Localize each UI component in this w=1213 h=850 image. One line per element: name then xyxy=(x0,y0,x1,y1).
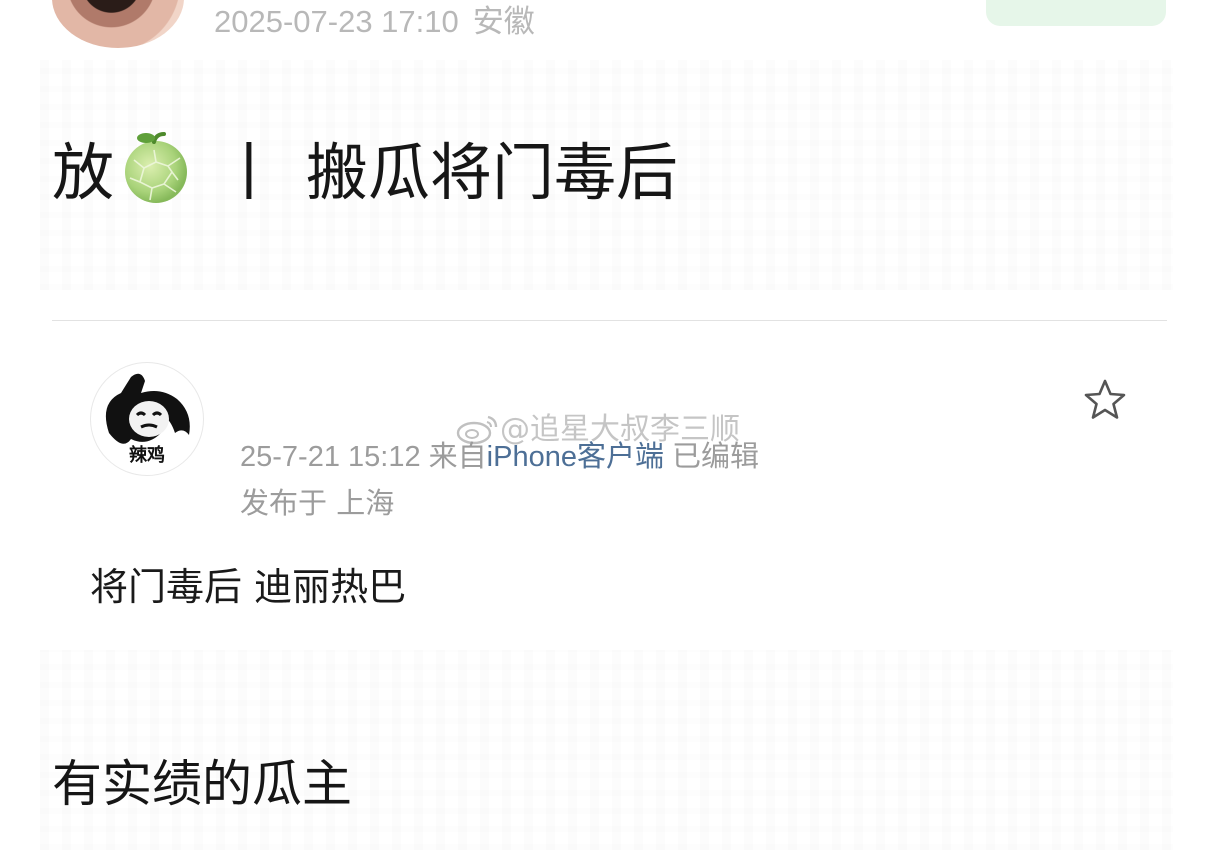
quoted-author-avatar[interactable]: 辣鸡 xyxy=(90,362,204,476)
melon-icon xyxy=(120,128,192,204)
author-avatar[interactable] xyxy=(52,0,184,48)
quoted-post-meta: 25-7-21 15:12 来自iPhone客户端 已编辑 xyxy=(240,433,759,475)
published-location: 发布于 上海 xyxy=(240,486,395,520)
section-title: 有实绩的瓜主 xyxy=(52,755,352,813)
from-label: 来自 xyxy=(428,441,487,473)
headline-prefix: 放 xyxy=(52,136,115,209)
top-post-meta: 2025-07-23 17:10 安徽 xyxy=(214,0,535,41)
post-headline: 放 丨搬瓜将门毒后 xyxy=(52,122,678,212)
quoted-post-timestamp: 25-7-21 15:12 xyxy=(240,441,421,473)
divider xyxy=(52,320,1167,321)
headline-text: 搬瓜将门毒后 xyxy=(306,136,679,209)
headline-separator: 丨 xyxy=(218,136,281,209)
client-link[interactable]: iPhone客户端 xyxy=(487,441,664,473)
avatar-caption: 辣鸡 xyxy=(129,445,165,466)
edited-label: 已编辑 xyxy=(672,441,760,473)
quoted-post-body: 将门毒后 迪丽热巴 xyxy=(90,565,407,609)
top-post-timestamp: 2025-07-23 17:10 xyxy=(214,4,459,39)
follow-button[interactable] xyxy=(986,0,1166,26)
favorite-star-icon[interactable] xyxy=(1082,377,1128,423)
top-post-location: 安徽 xyxy=(472,4,535,39)
